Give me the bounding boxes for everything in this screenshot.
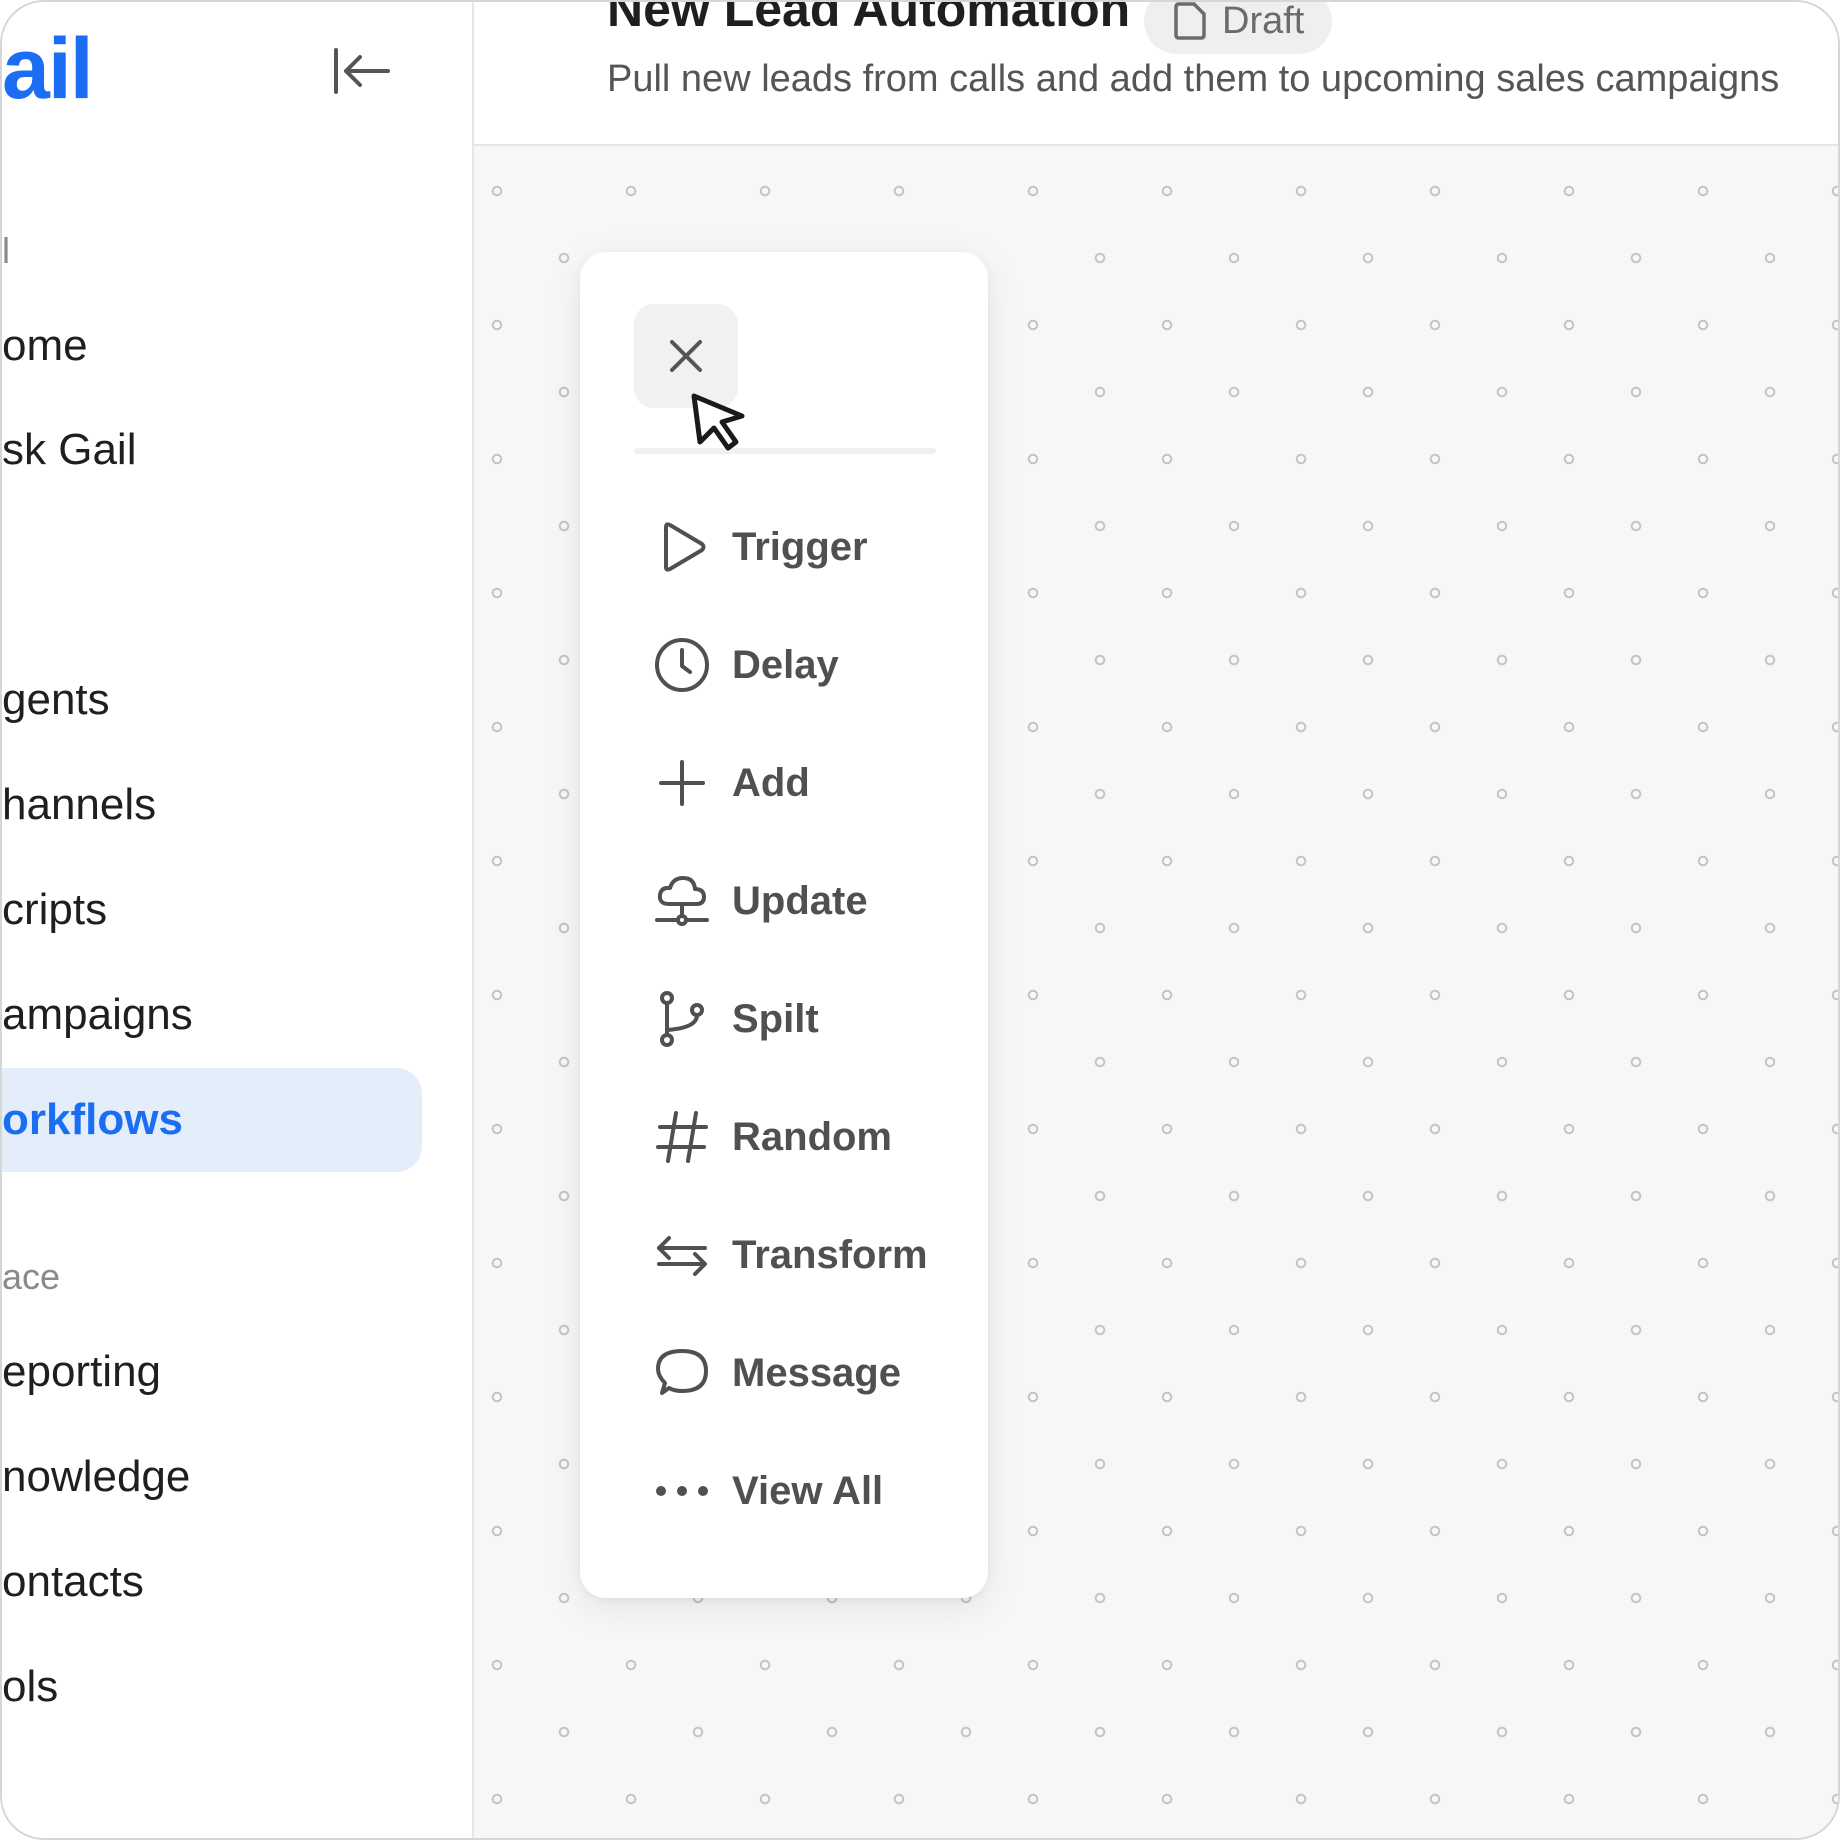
app-logo: ail: [2, 21, 94, 117]
menu-item-label: Spilt: [732, 996, 819, 1041]
sidebar-item-label: eporting: [2, 1347, 162, 1396]
play-icon: [650, 515, 714, 579]
menu-divider: [634, 448, 936, 454]
menu-item-update[interactable]: Update: [650, 856, 970, 946]
add-node-menu: Trigger Delay Add Update Spilt Random Tr…: [580, 252, 988, 1598]
sidebar-item-channels[interactable]: hannels: [2, 753, 422, 857]
sidebar: ail l ome sk Gail gents hannels cripts a…: [2, 2, 474, 1838]
sidebar-item-tools[interactable]: ols: [2, 1635, 422, 1739]
sidebar-item-home[interactable]: ome: [2, 294, 422, 398]
hash-icon: [650, 1105, 714, 1169]
sidebar-item-label: cripts: [2, 885, 108, 934]
sidebar-item-scripts[interactable]: cripts: [2, 858, 422, 962]
more-dots-icon: [650, 1459, 714, 1523]
sidebar-item-contacts[interactable]: ontacts: [2, 1530, 422, 1634]
menu-item-random[interactable]: Random: [650, 1092, 970, 1182]
menu-item-label: View All: [732, 1468, 884, 1513]
collapse-left-icon: [334, 48, 390, 94]
sidebar-item-reporting[interactable]: eporting: [2, 1320, 422, 1424]
sidebar-item-label: gents: [2, 675, 110, 724]
menu-item-add[interactable]: Add: [650, 738, 970, 828]
branch-icon: [650, 987, 714, 1051]
sidebar-item-label: ome: [2, 321, 88, 370]
menu-item-delay[interactable]: Delay: [650, 620, 970, 710]
mouse-cursor-icon: [691, 393, 745, 451]
document-icon: [1174, 2, 1206, 40]
sidebar-item-label: ols: [2, 1662, 59, 1711]
sidebar-item-knowledge[interactable]: nowledge: [2, 1425, 422, 1529]
app-window: ail l ome sk Gail gents hannels cripts a…: [0, 0, 1840, 1840]
workflow-header: New Lead Automation Draft Pull new leads…: [474, 2, 1838, 146]
section-label-workspace: ace: [2, 1256, 61, 1297]
sidebar-item-workflows[interactable]: orkflows: [2, 1068, 422, 1172]
sidebar-item-label: nowledge: [2, 1452, 191, 1501]
sidebar-item-label: sk Gail: [2, 425, 137, 474]
cloud-network-icon: [650, 869, 714, 933]
menu-item-transform[interactable]: Transform: [650, 1210, 970, 1300]
section-label-main: l: [2, 230, 10, 271]
sidebar-item-agents[interactable]: gents: [2, 648, 422, 752]
menu-item-label: Update: [732, 878, 868, 923]
menu-item-label: Random: [732, 1114, 892, 1159]
clock-icon: [650, 633, 714, 697]
menu-item-label: Add: [732, 760, 810, 805]
menu-item-view-all[interactable]: View All: [650, 1446, 970, 1536]
menu-item-message[interactable]: Message: [650, 1328, 970, 1418]
menu-item-split[interactable]: Spilt: [650, 974, 970, 1064]
page-title[interactable]: New Lead Automation: [607, 2, 1130, 38]
sidebar-item-label: ampaigns: [2, 990, 193, 1039]
sidebar-item-label: hannels: [2, 780, 157, 829]
menu-item-label: Trigger: [732, 524, 868, 569]
menu-item-trigger[interactable]: Trigger: [650, 502, 970, 592]
plus-icon: [650, 751, 714, 815]
sidebar-item-ask-gail[interactable]: sk Gail: [2, 398, 422, 502]
status-badge[interactable]: Draft: [1144, 0, 1333, 54]
swap-arrows-icon: [650, 1223, 714, 1287]
menu-item-label: Message: [732, 1350, 901, 1395]
close-icon: [670, 340, 702, 372]
menu-item-label: Delay: [732, 642, 839, 687]
sidebar-item-campaigns[interactable]: ampaigns: [2, 963, 422, 1067]
status-label: Draft: [1222, 0, 1305, 42]
collapse-sidebar-button[interactable]: [327, 36, 397, 106]
chat-bubble-icon: [650, 1341, 714, 1405]
sidebar-item-label: orkflows: [2, 1095, 183, 1144]
page-description: Pull new leads from calls and add them t…: [607, 58, 1780, 100]
menu-item-label: Transform: [732, 1232, 928, 1277]
sidebar-item-label: ontacts: [2, 1557, 144, 1606]
